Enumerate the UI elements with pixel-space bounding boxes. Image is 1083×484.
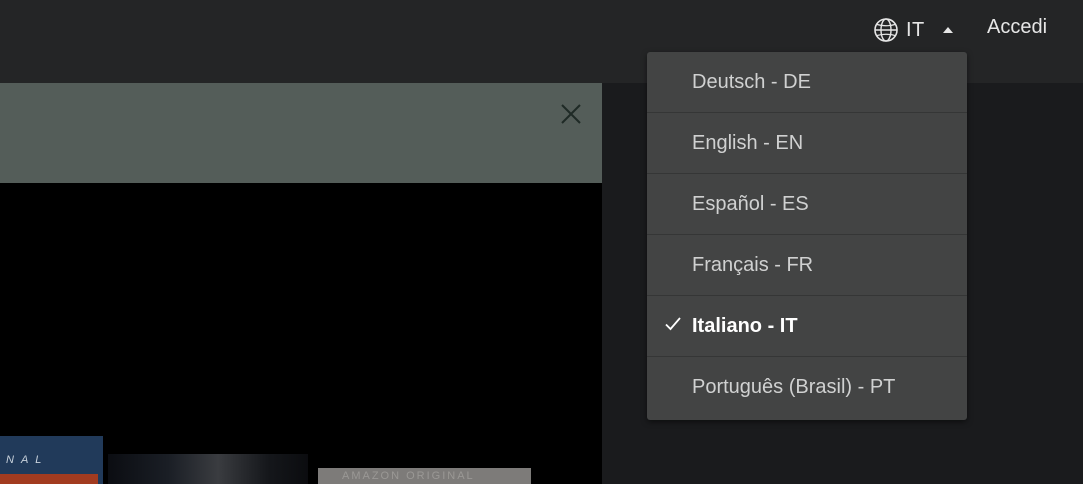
current-language-code: IT	[906, 18, 925, 41]
language-option-fr[interactable]: Français - FR	[647, 235, 967, 296]
language-option-label: English - EN	[692, 131, 804, 154]
title-card[interactable]: AMAZON ORIGINAL	[318, 468, 531, 484]
signin-link[interactable]: Accedi	[987, 16, 1047, 44]
language-option-label: Português (Brasil) - PT	[692, 375, 896, 398]
globe-icon	[872, 16, 900, 44]
title-card-strip	[0, 474, 98, 484]
language-option-label: Français - FR	[692, 253, 814, 276]
language-option-label: Español - ES	[692, 192, 809, 215]
title-carousel: NAL AMAZON ORIGINAL	[0, 436, 602, 484]
language-option-label: Italiano - IT	[692, 314, 798, 337]
language-option-it[interactable]: Italiano - IT	[647, 296, 967, 357]
language-option-en[interactable]: English - EN	[647, 113, 967, 174]
title-card[interactable]: NAL	[0, 436, 103, 484]
checkmark-icon	[664, 315, 682, 333]
title-card-text: AMAZON ORIGINAL	[342, 470, 475, 482]
language-option-es[interactable]: Español - ES	[647, 174, 967, 235]
close-icon[interactable]	[557, 100, 585, 128]
title-card-text: NAL	[6, 454, 49, 466]
language-option-pt[interactable]: Português (Brasil) - PT	[647, 357, 967, 417]
notification-banner	[0, 83, 602, 183]
page: IT Accedi NAL AMAZON ORIGINAL Deutsch - …	[0, 0, 1083, 484]
language-option-de[interactable]: Deutsch - DE	[647, 52, 967, 113]
caret-up-icon	[942, 27, 953, 33]
title-card[interactable]	[108, 454, 308, 484]
language-option-label: Deutsch - DE	[692, 70, 811, 93]
language-selector-toggle[interactable]: IT	[872, 14, 953, 46]
language-dropdown-menu: Deutsch - DE English - EN Español - ES F…	[647, 52, 967, 420]
